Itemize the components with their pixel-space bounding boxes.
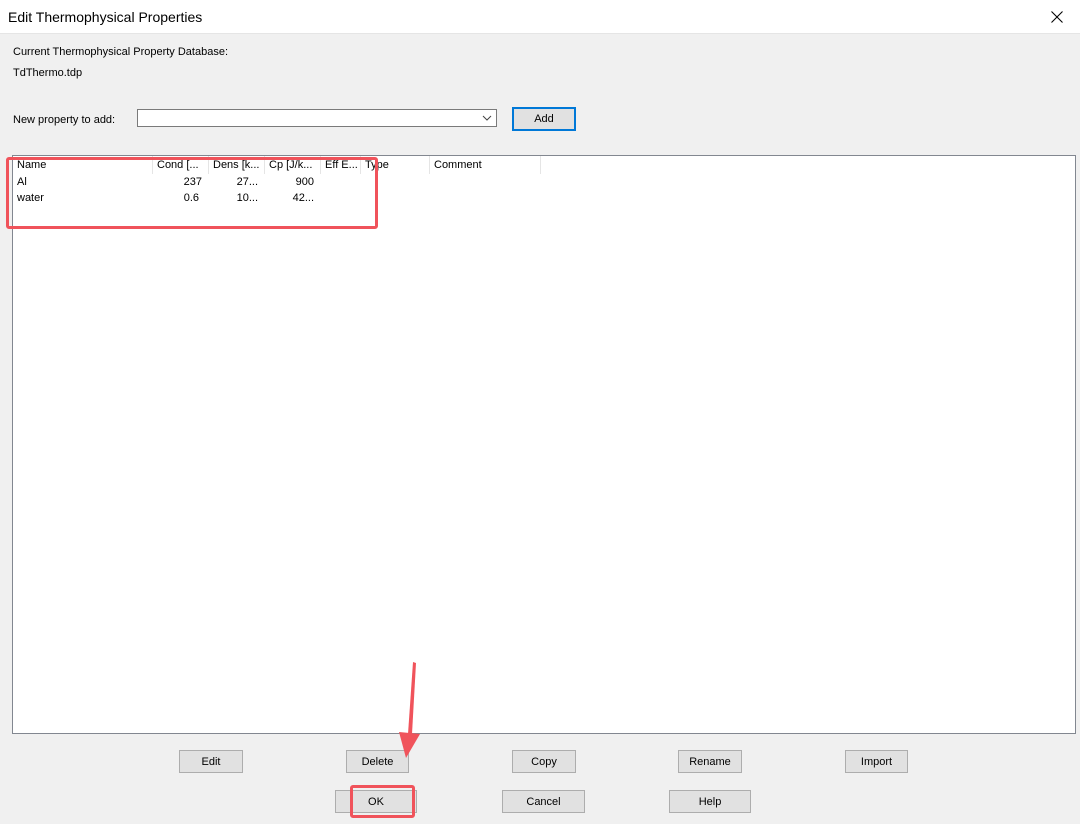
import-button[interactable]: Import — [845, 750, 908, 773]
ok-highlight-box — [350, 785, 415, 818]
close-button[interactable] — [1034, 0, 1080, 33]
window-title: Edit Thermophysical Properties — [8, 9, 203, 25]
database-label: Current Thermophysical Property Database… — [13, 46, 229, 58]
arrow-annotation-icon — [399, 662, 420, 758]
chevron-down-icon — [482, 115, 492, 121]
add-button[interactable]: Add — [512, 107, 576, 131]
new-property-dropdown[interactable] — [137, 109, 497, 127]
rename-button[interactable]: Rename — [678, 750, 742, 773]
edit-button[interactable]: Edit — [179, 750, 243, 773]
help-button[interactable]: Help — [669, 790, 751, 813]
copy-button[interactable]: Copy — [512, 750, 576, 773]
close-icon — [1051, 10, 1063, 23]
title-bar: Edit Thermophysical Properties — [0, 0, 1080, 34]
cancel-button[interactable]: Cancel — [502, 790, 585, 813]
database-file: TdThermo.tdp — [13, 67, 83, 79]
new-property-label: New property to add: — [13, 114, 116, 126]
properties-list[interactable]: Name Cond [... Dens [k... Cp [J/k... Eff… — [12, 155, 1076, 734]
column-header-comment[interactable]: Comment — [430, 156, 541, 174]
table-highlight-box — [6, 157, 378, 229]
